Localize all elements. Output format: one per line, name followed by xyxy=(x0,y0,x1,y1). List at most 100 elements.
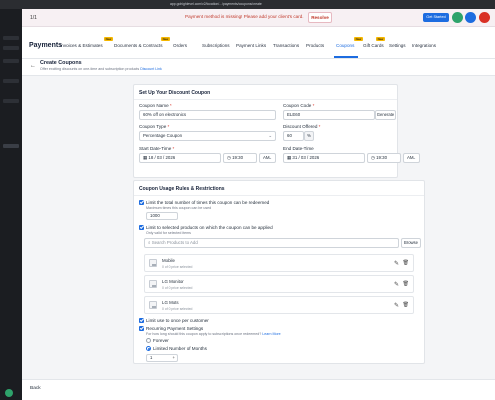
edit-icon[interactable]: ✎ xyxy=(394,260,399,267)
tab-payment-links[interactable]: Payment Links xyxy=(236,43,266,48)
page-subtitle: Offer exciting discounts on one-time and… xyxy=(40,67,162,71)
coupon-name-label: Coupon Name * xyxy=(139,103,172,108)
edit-icon[interactable]: ✎ xyxy=(394,281,399,288)
tab-integrations[interactable]: Integrations xyxy=(412,43,436,48)
forever-label: Forever xyxy=(153,338,169,343)
tab-invoices[interactable]: Invoices & Estimates xyxy=(60,43,103,48)
recurring-checkbox[interactable] xyxy=(139,326,144,331)
start-time-input[interactable]: ◷ 19:30 xyxy=(223,153,257,163)
rules-card: Coupon Usage Rules & Restrictions Limit … xyxy=(133,180,425,364)
product-row: Mobile 0 of 0 price selected ✎ 🗑 xyxy=(144,254,414,272)
get-started-button[interactable]: Get Started xyxy=(423,13,449,22)
price-selection: 0 of 0 price selected xyxy=(162,286,193,290)
limit-products-hint: Only valid for selected items xyxy=(146,231,191,235)
section-title: Payments xyxy=(29,42,63,49)
limit-products-label: Limit to selected products on which the … xyxy=(146,225,273,230)
coupon-name-input[interactable]: 60% off on electronics xyxy=(139,110,276,120)
months-stepper[interactable]: 1 + xyxy=(146,354,178,362)
discount-offered-input[interactable]: 60 xyxy=(283,131,304,141)
pager: 1/1 xyxy=(30,15,37,21)
discount-offered-label: Discount Offered * xyxy=(283,124,321,129)
price-selection: 0 of 0 price selected xyxy=(162,265,193,269)
image-icon xyxy=(149,280,157,288)
setup-heading: Set Up Your Discount Coupon xyxy=(139,90,211,96)
back-button[interactable]: Back xyxy=(30,386,41,391)
start-datetime-label: Start Date-Time * xyxy=(139,146,175,151)
image-icon xyxy=(149,301,157,309)
browse-button[interactable]: Browse xyxy=(401,238,421,248)
recurring-label: Recurring Payment Settings xyxy=(146,326,204,331)
price-selection: 0 of 0 price selected xyxy=(162,307,193,311)
payments-nav: Payments Invoices & Estimates New Docume… xyxy=(22,27,495,59)
discount-link[interactable]: Discount Link xyxy=(140,67,162,71)
limited-months-label: Limited Number of Months xyxy=(153,346,207,351)
left-sidebar xyxy=(0,9,22,400)
top-banner: 1/1 Payment method is missing! Please ad… xyxy=(22,9,495,27)
sidebar-item[interactable] xyxy=(3,36,19,40)
end-date-input[interactable]: ▦ 31 / 03 / 2026 xyxy=(283,153,365,163)
tab-coupons[interactable]: Coupons xyxy=(336,43,354,48)
start-ampm-select[interactable]: AM ⌄ xyxy=(259,153,276,163)
chevron-down-icon: ⌄ xyxy=(412,155,416,160)
address-bar[interactable]: app.gohighlevel.com/v2/location/.../paym… xyxy=(170,2,320,7)
help-icon[interactable] xyxy=(5,389,13,397)
generate-button[interactable]: Generate xyxy=(375,110,396,120)
trash-icon[interactable]: 🗑 xyxy=(403,281,409,287)
trash-icon[interactable]: 🗑 xyxy=(403,302,409,308)
notification-icon[interactable] xyxy=(465,12,476,23)
limit-redemptions-checkbox[interactable] xyxy=(139,200,144,205)
tab-documents[interactable]: Documents & Contracts xyxy=(114,43,163,48)
new-badge: New xyxy=(161,37,170,41)
product-name: LG Mots xyxy=(162,300,179,305)
avatar[interactable] xyxy=(479,12,490,23)
phone-icon[interactable] xyxy=(452,12,463,23)
end-ampm-select[interactable]: AM ⌄ xyxy=(403,153,420,163)
learn-more-link[interactable]: Learn More xyxy=(262,332,280,336)
product-row: LG Mots 0 of 0 price selected ✎ 🗑 xyxy=(144,296,414,314)
browser-toolbar: app.gohighlevel.com/v2/location/.../paym… xyxy=(0,0,495,9)
end-datetime-label: End Date-Time xyxy=(283,146,314,151)
plus-icon[interactable]: + xyxy=(173,355,175,361)
tab-settings[interactable]: Settings xyxy=(389,43,406,48)
tab-products[interactable]: Products xyxy=(306,43,324,48)
image-icon xyxy=(149,259,157,267)
limit-redemptions-hint: Maximum times this coupon can be used xyxy=(146,206,212,210)
resolve-button[interactable]: Resolve xyxy=(308,12,332,23)
back-arrow-icon[interactable]: ← xyxy=(30,63,36,69)
once-per-customer-label: Limit use to once per customer xyxy=(146,318,209,323)
max-redemptions-input[interactable]: 1000 xyxy=(146,212,178,220)
coupon-type-label: Coupon Type * xyxy=(139,124,170,129)
coupon-code-input[interactable]: ELE60 xyxy=(283,110,375,120)
tab-subscriptions[interactable]: Subscriptions xyxy=(202,43,230,48)
new-badge: New xyxy=(104,37,113,41)
coupon-type-select[interactable]: Percentage Coupon ⌄ xyxy=(139,131,276,141)
page-title: Create Coupons xyxy=(40,60,82,66)
chevron-down-icon: ⌄ xyxy=(268,133,272,138)
tab-gift-cards[interactable]: Gift Cards xyxy=(363,43,384,48)
product-search-input[interactable]: ⌕ Search Products to Add xyxy=(144,238,399,248)
divider xyxy=(134,195,424,196)
limit-products-checkbox[interactable] xyxy=(139,225,144,230)
sidebar-item[interactable] xyxy=(3,59,19,63)
end-time-input[interactable]: ◷ 19:30 xyxy=(367,153,401,163)
sidebar-item[interactable] xyxy=(3,46,19,50)
start-date-input[interactable]: ▦ 18 / 03 / 2026 xyxy=(139,153,221,163)
forever-radio[interactable] xyxy=(146,338,151,343)
limit-redemptions-label: Limit the total number of times this cou… xyxy=(146,200,270,205)
recurring-hint: For how long should this coupon apply to… xyxy=(146,332,281,336)
product-row: LG Monitor 0 of 0 price selected ✎ 🗑 xyxy=(144,275,414,293)
sidebar-item[interactable] xyxy=(3,99,19,103)
tab-transactions[interactable]: Transactions xyxy=(273,43,299,48)
tab-orders[interactable]: Orders xyxy=(173,43,187,48)
trash-icon[interactable]: 🗑 xyxy=(403,260,409,266)
sidebar-item[interactable] xyxy=(3,79,19,83)
coupon-code-label: Coupon Code * xyxy=(283,103,315,108)
chevron-down-icon: ⌄ xyxy=(268,155,272,160)
edit-icon[interactable]: ✎ xyxy=(394,302,399,309)
sidebar-item-active[interactable] xyxy=(3,144,19,148)
divider xyxy=(134,99,397,100)
percent-unit: % xyxy=(304,131,314,141)
limited-months-radio[interactable] xyxy=(146,346,151,351)
new-badge: New xyxy=(354,37,363,41)
once-per-customer-checkbox[interactable] xyxy=(139,318,144,323)
